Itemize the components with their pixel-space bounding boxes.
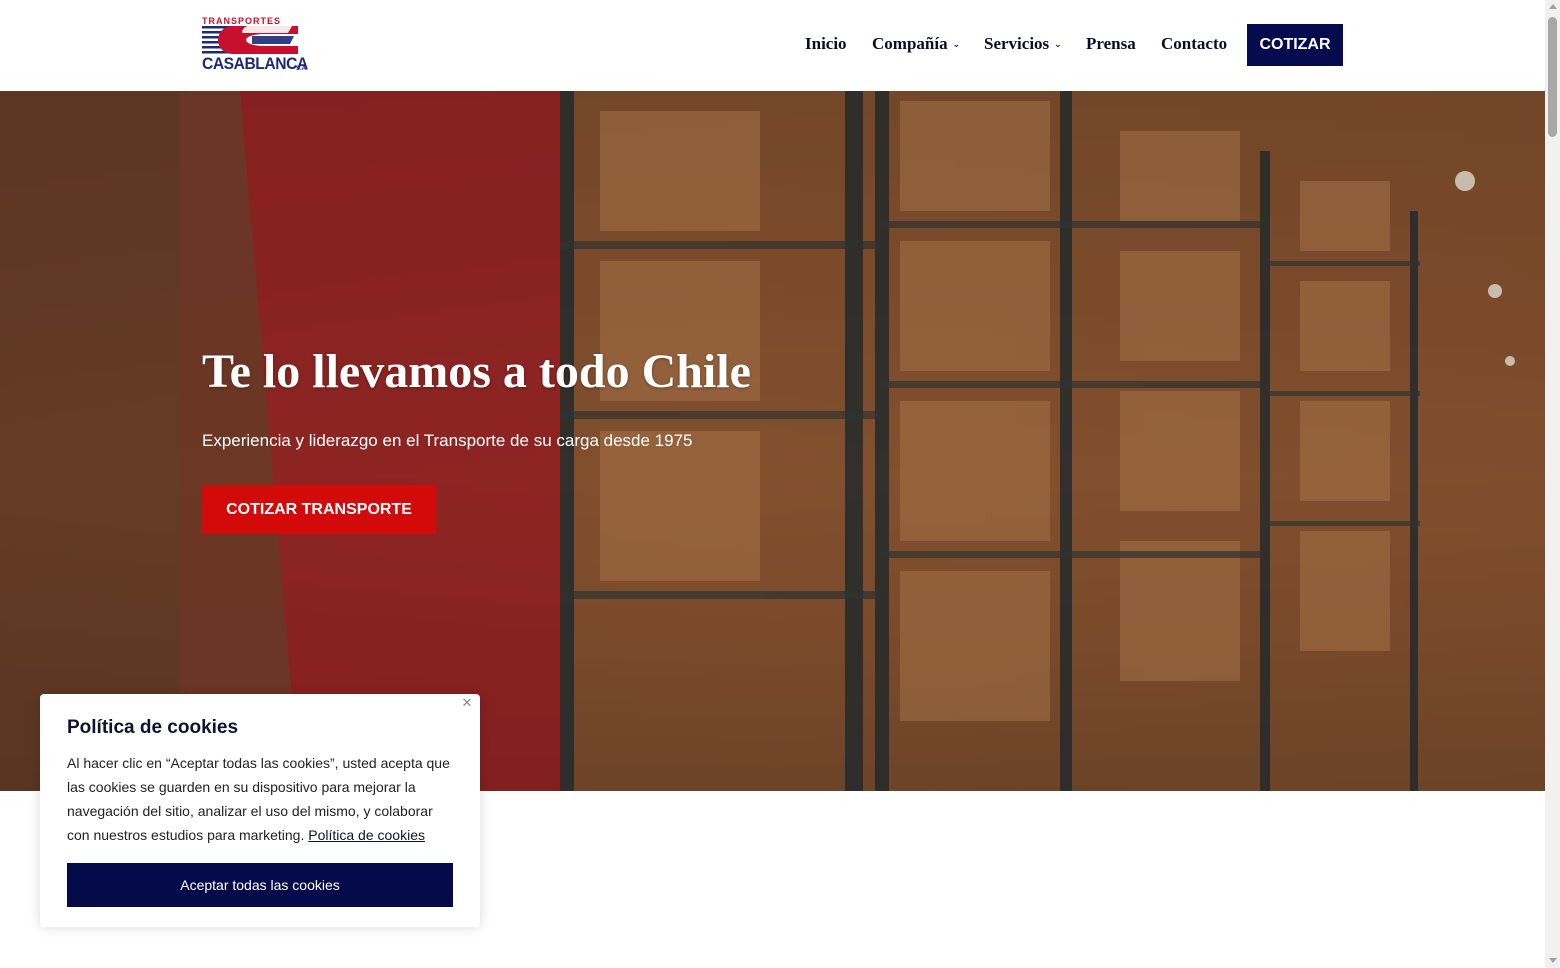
nav-item-servicios[interactable]: Servicios ⌄ — [984, 34, 1062, 54]
company-logo[interactable]: TRANSPORTES CASABLANCA S.A. — [202, 16, 308, 76]
chevron-down-icon: ⌄ — [952, 40, 961, 50]
nav-item-label: Prensa — [1086, 34, 1136, 53]
cookie-body: Al hacer clic en “Aceptar todas las cook… — [67, 751, 459, 847]
cotizar-button[interactable]: COTIZAR — [1247, 24, 1343, 66]
page-scrollbar[interactable] — [1545, 0, 1560, 968]
chevron-down-icon: ⌄ — [1054, 40, 1062, 50]
cookie-policy-link[interactable]: Política de cookies — [308, 827, 425, 843]
hero-title: Te lo llevamos a todo Chile — [202, 345, 751, 398]
scrollbar-thumb[interactable] — [1548, 17, 1557, 137]
logo-suffix: S.A. — [296, 66, 308, 72]
close-icon[interactable]: ✕ — [460, 697, 474, 711]
scroll-up-icon[interactable] — [1549, 4, 1557, 9]
hero-section: Te lo llevamos a todo Chile Experiencia … — [0, 91, 1545, 791]
logo-bottom-text: CASABLANCA — [202, 54, 308, 73]
accept-cookies-button[interactable]: Aceptar todas las cookies — [67, 863, 453, 907]
hero-subtitle: Experiencia y liderazgo en el Transporte… — [202, 431, 693, 450]
nav-item-prensa[interactable]: Prensa — [1086, 34, 1136, 54]
cookie-title: Política de cookies — [67, 717, 239, 738]
nav-item-label: Contacto — [1161, 34, 1228, 53]
nav-item-contacto[interactable]: Contacto — [1161, 34, 1227, 54]
scroll-down-icon[interactable] — [1549, 958, 1557, 963]
nav-item-inicio[interactable]: Inicio — [805, 34, 847, 54]
nav-item-label: Compañía — [872, 34, 948, 53]
nav-item-label: Servicios — [984, 34, 1050, 53]
nav-item-label: Inicio — [805, 34, 847, 53]
site-header: TRANSPORTES CASABLANCA S.A. Inicio Compa… — [0, 0, 1545, 91]
nav-item-compania[interactable]: Compañía ⌄ — [872, 34, 960, 54]
cotizar-transporte-button[interactable]: COTIZAR TRANSPORTE — [202, 485, 436, 534]
cookie-consent-panel: ✕ Política de cookies Al hacer clic en “… — [40, 694, 480, 927]
logo-emblem-icon — [202, 26, 298, 54]
